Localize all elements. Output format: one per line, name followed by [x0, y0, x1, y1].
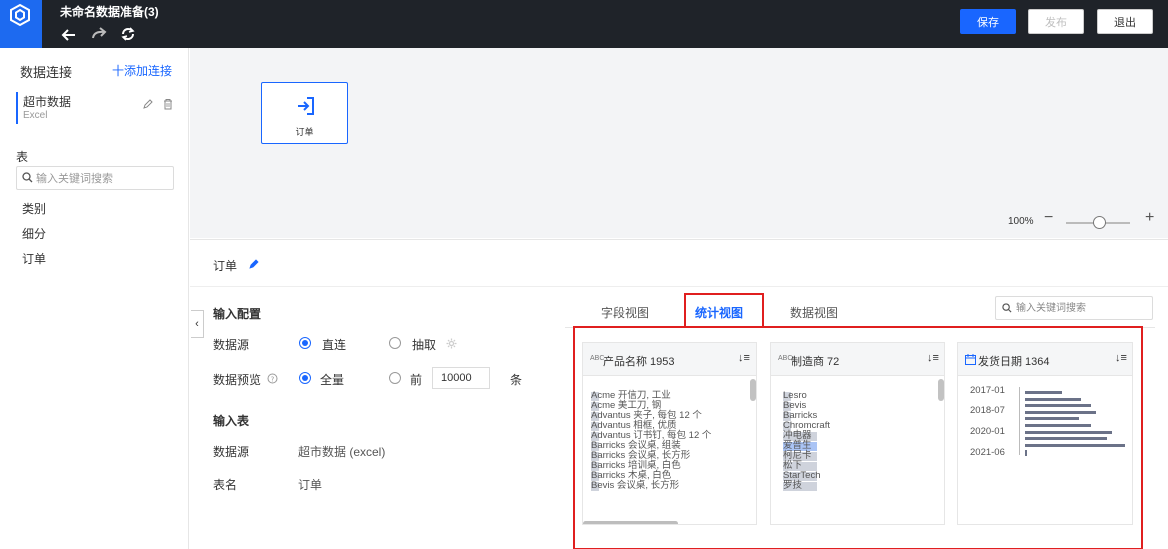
- app-logo[interactable]: [0, 0, 42, 48]
- direct-label[interactable]: 直连: [322, 336, 346, 353]
- refresh-icon[interactable]: [119, 26, 137, 42]
- pencil-icon[interactable]: [248, 258, 260, 270]
- connection-name[interactable]: 超市数据: [23, 93, 71, 110]
- tab-highlight-box: [684, 293, 764, 328]
- detail-panel: 订单 ‹ 输入配置 数据源 直连 抽取 数据预览 ? 全量 前 10000 条 …: [190, 239, 1168, 549]
- tablename-label: 表名: [213, 478, 238, 492]
- field-search-input[interactable]: [1016, 300, 1148, 316]
- datasource-label: 数据源: [213, 338, 250, 352]
- pencil-icon[interactable]: [142, 98, 154, 110]
- datasource-value: 超市数据 (excel): [298, 445, 386, 459]
- table-item[interactable]: 细分: [22, 225, 46, 242]
- search-icon: [1002, 303, 1012, 313]
- tab-data-view[interactable]: 数据视图: [790, 304, 838, 321]
- connection-type: Excel: [23, 110, 48, 121]
- search-icon: [22, 172, 33, 183]
- logo-icon: [10, 3, 30, 27]
- redo-icon[interactable]: [90, 26, 108, 42]
- zoom-out-button[interactable]: −: [1044, 209, 1053, 227]
- connection-active-marker: [16, 92, 18, 124]
- table-item[interactable]: 订单: [22, 250, 46, 267]
- exit-button[interactable]: 退出: [1097, 9, 1153, 34]
- top-bar: 未命名数据准备(3) 保存 发布 退出: [0, 0, 1168, 48]
- list-item-label: Bevis 会议桌, 长方形: [591, 480, 680, 491]
- save-button[interactable]: 保存: [960, 9, 1016, 34]
- collapse-panel-button[interactable]: ‹: [191, 310, 204, 338]
- datasource-value-label: 数据源: [213, 445, 250, 459]
- preview-all-radio[interactable]: [299, 372, 311, 384]
- input-table-icon: [298, 97, 314, 115]
- detail-title: 订单: [213, 259, 238, 273]
- svg-text:?: ?: [271, 375, 275, 383]
- data-connection-title: 数据连接: [20, 65, 73, 80]
- add-connection-link[interactable]: 十添加连接: [112, 62, 172, 79]
- extract-label[interactable]: 抽取: [412, 336, 436, 353]
- list-item-label: 罗技: [783, 480, 803, 491]
- gear-icon[interactable]: [446, 338, 457, 349]
- node-label: 订单: [295, 127, 314, 137]
- preview-all-label[interactable]: 全量: [320, 371, 344, 388]
- extract-radio[interactable]: [389, 337, 401, 349]
- direct-radio[interactable]: [299, 337, 311, 349]
- table-search[interactable]: [16, 166, 174, 190]
- publish-button[interactable]: 发布: [1028, 9, 1084, 34]
- zoom-slider-handle[interactable]: [1093, 216, 1106, 229]
- tablename-value: 订单: [298, 478, 323, 492]
- field-search[interactable]: [995, 296, 1153, 320]
- zoom-in-button[interactable]: +: [1145, 209, 1154, 227]
- view-tabs-area: 字段视图 统计视图 数据视图 ABC 产品名称 1953 ↓≡ Acme 开信刀…: [565, 286, 1168, 549]
- preview-label: 数据预览: [213, 373, 262, 387]
- zoom-level: 100%: [1008, 216, 1034, 227]
- input-config-title: 输入配置: [213, 307, 262, 321]
- trash-icon[interactable]: [162, 98, 174, 110]
- tab-field-view[interactable]: 字段视图: [601, 304, 649, 321]
- table-item[interactable]: 类别: [22, 200, 46, 217]
- undo-icon[interactable]: [61, 26, 79, 42]
- table-search-input[interactable]: [36, 169, 170, 187]
- help-icon[interactable]: ?: [267, 373, 278, 384]
- left-panel: 数据连接 十添加连接 超市数据 Excel 表 类别 细分 订单: [0, 48, 189, 549]
- input-table-title: 输入表: [213, 414, 250, 428]
- tables-title: 表: [16, 150, 29, 164]
- preview-unit: 条: [510, 373, 523, 387]
- preview-count-input[interactable]: 10000: [432, 367, 490, 389]
- flow-canvas[interactable]: 订单 100% − +: [190, 48, 1168, 238]
- preview-first-radio[interactable]: [389, 372, 401, 384]
- preview-first-label[interactable]: 前: [410, 371, 422, 388]
- document-title[interactable]: 未命名数据准备(3): [60, 3, 159, 20]
- table-node[interactable]: 订单: [261, 82, 348, 144]
